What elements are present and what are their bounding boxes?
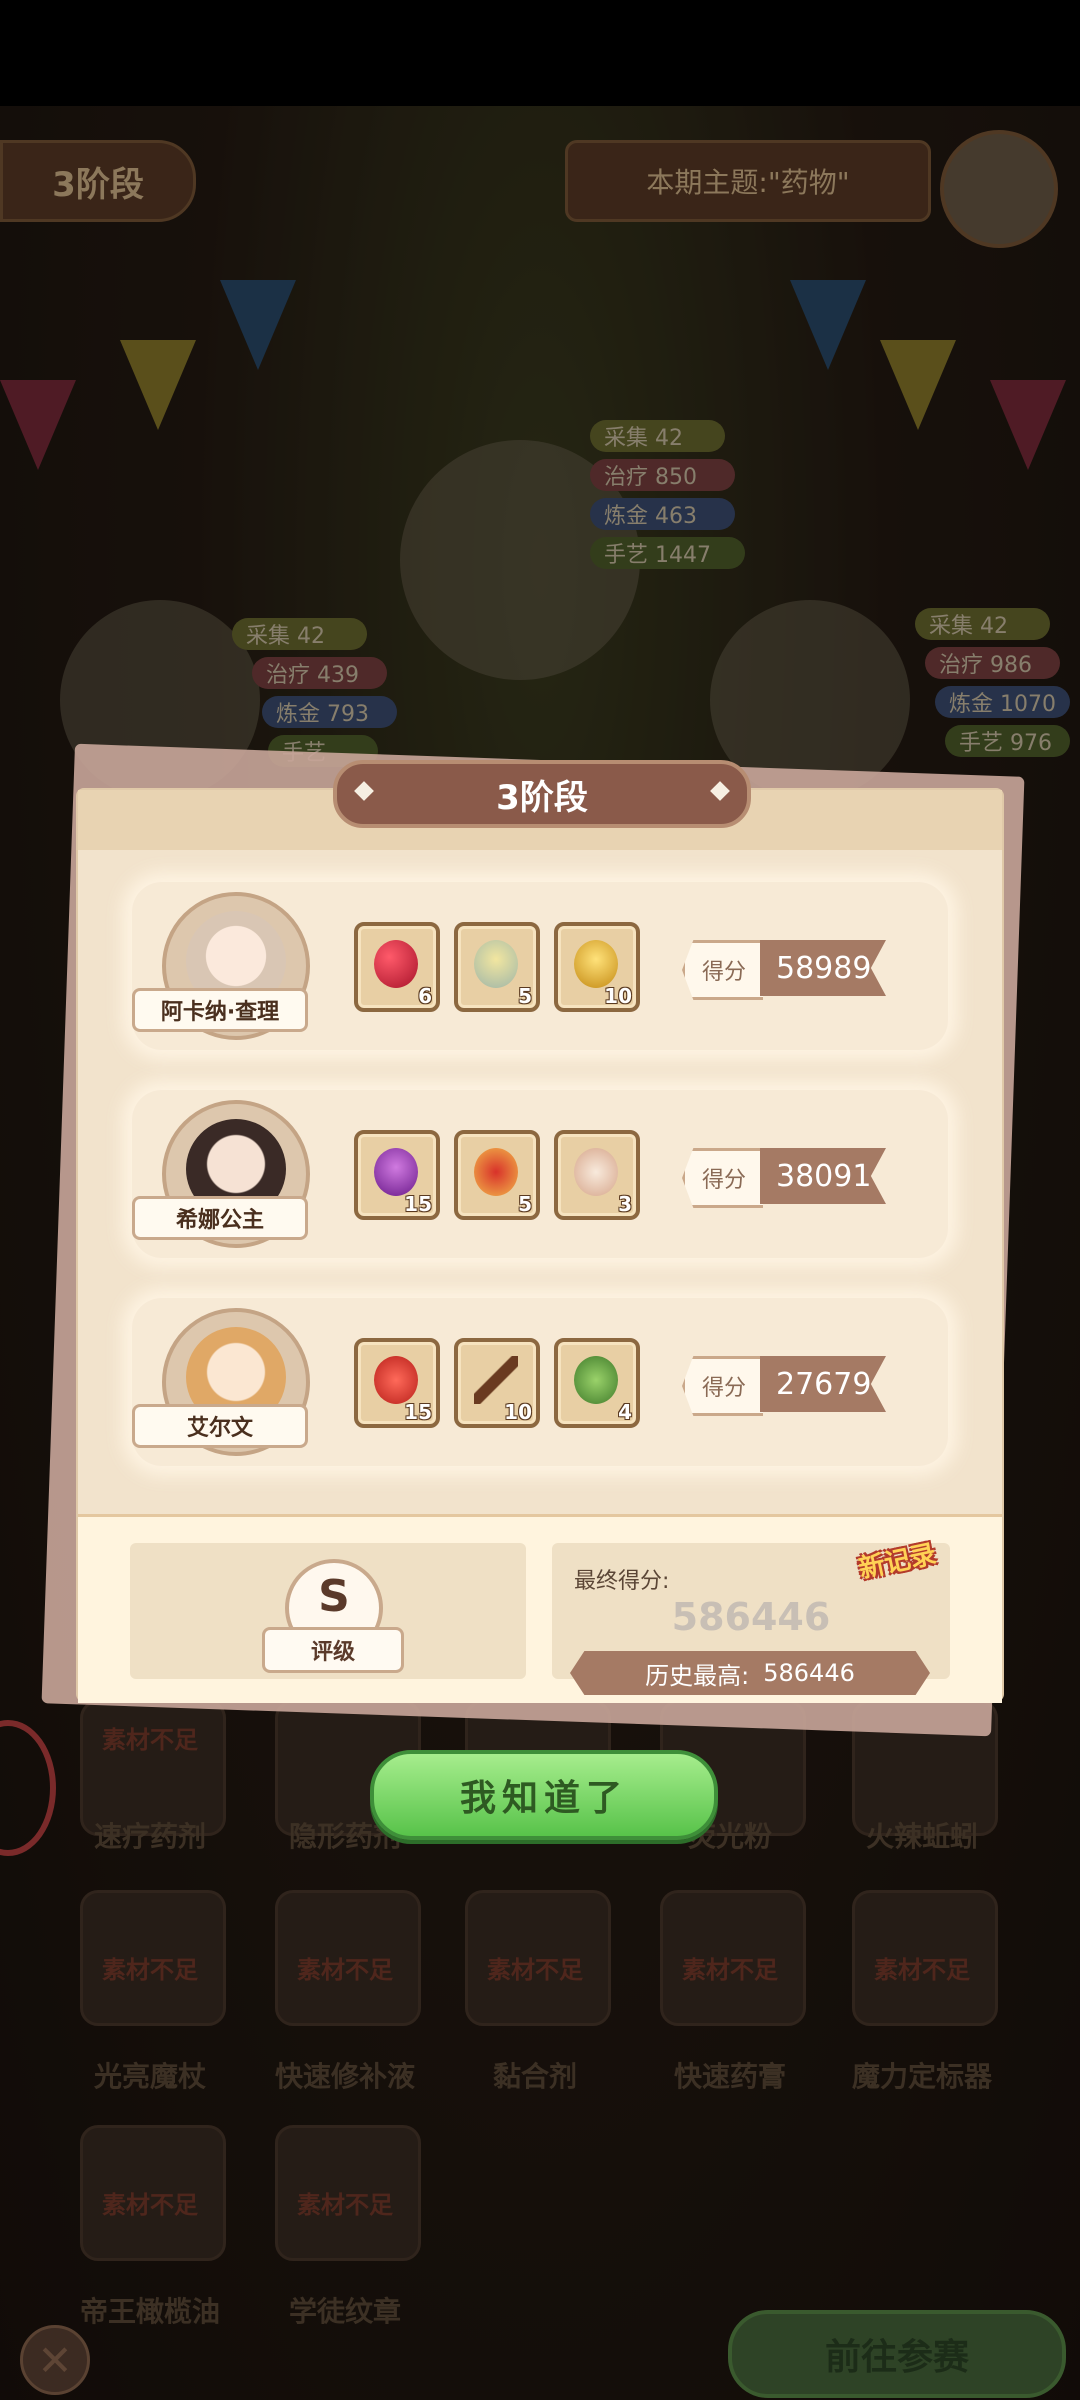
character-row: 希娜公主 15 5 3 得分 38091: [132, 1090, 948, 1258]
score-value: 27679: [760, 1356, 886, 1412]
character-row: 艾尔文 15 10 4 得分 27679: [132, 1298, 948, 1466]
material-slot: 5: [454, 1130, 540, 1220]
go-compete-button[interactable]: 前往参赛: [728, 2310, 1066, 2398]
material-qty: 10: [604, 984, 632, 1008]
material-slot: 3: [554, 1130, 640, 1220]
score-label: 得分: [682, 1148, 763, 1208]
golden-incense-icon: [574, 940, 618, 988]
material-slot: 10: [554, 922, 640, 1012]
green-vine-icon: [574, 1356, 618, 1404]
material-qty: 15: [404, 1400, 432, 1424]
purple-herb-icon: [374, 1148, 418, 1196]
material-slot: 15: [354, 1338, 440, 1428]
material-qty: 10: [504, 1400, 532, 1424]
jam-jar-icon: [474, 1148, 518, 1196]
rank-letter: S: [318, 1571, 350, 1622]
ointment-tube-icon: [574, 1148, 618, 1196]
score-value: 38091: [760, 1148, 886, 1204]
rank-box: S 评级: [130, 1543, 526, 1679]
score-label: 得分: [682, 940, 763, 1000]
final-score-label: 最终得分:: [574, 1569, 670, 1594]
ok-button[interactable]: 我知道了: [370, 1750, 718, 1840]
character-name: 阿卡纳·查理: [132, 988, 308, 1032]
result-summary: S 评级 最终得分: 新记录 586446 历史最高: 586446: [78, 1514, 1002, 1703]
material-qty: 4: [618, 1400, 632, 1424]
material-slot: 6: [354, 922, 440, 1012]
material-slot: 10: [454, 1338, 540, 1428]
history-best-value: 586446: [763, 1659, 855, 1687]
final-score-value: 586446: [671, 1595, 831, 1639]
close-icon[interactable]: ✕: [20, 2325, 90, 2395]
material-qty: 3: [618, 1192, 632, 1216]
magic-wand-icon: [474, 1356, 518, 1404]
material-qty: 15: [404, 1192, 432, 1216]
score-label: 得分: [682, 1356, 763, 1416]
result-dialog: 3阶段 阿卡纳·查理 6 5 10 得分 58989 希娜公主 15 5 3 得…: [41, 743, 1025, 1737]
material-slot: 5: [454, 922, 540, 1012]
character-name: 艾尔文: [132, 1404, 308, 1448]
new-record-badge: 新记录: [856, 1539, 939, 1585]
character-row: 阿卡纳·查理 6 5 10 得分 58989: [132, 882, 948, 1050]
status-bar: [0, 0, 1080, 106]
rank-label: 评级: [262, 1627, 404, 1673]
soup-bowl-icon: [474, 940, 518, 988]
dialog-title: 3阶段: [333, 760, 751, 828]
history-best-label: 历史最高:: [645, 1661, 750, 1690]
dialog-title-text: 3阶段: [496, 777, 588, 818]
material-qty: 5: [518, 984, 532, 1008]
diamond-icon: [354, 781, 374, 801]
score-value: 58989: [760, 940, 886, 996]
character-name: 希娜公主: [132, 1196, 308, 1240]
material-qty: 6: [418, 984, 432, 1008]
heart-potion-icon: [374, 940, 418, 988]
diamond-icon: [710, 781, 730, 801]
material-slot: 15: [354, 1130, 440, 1220]
red-powder-icon: [374, 1356, 418, 1404]
material-qty: 5: [518, 1192, 532, 1216]
material-slot: 4: [554, 1338, 640, 1428]
history-best-bar: 历史最高: 586446: [570, 1651, 930, 1695]
